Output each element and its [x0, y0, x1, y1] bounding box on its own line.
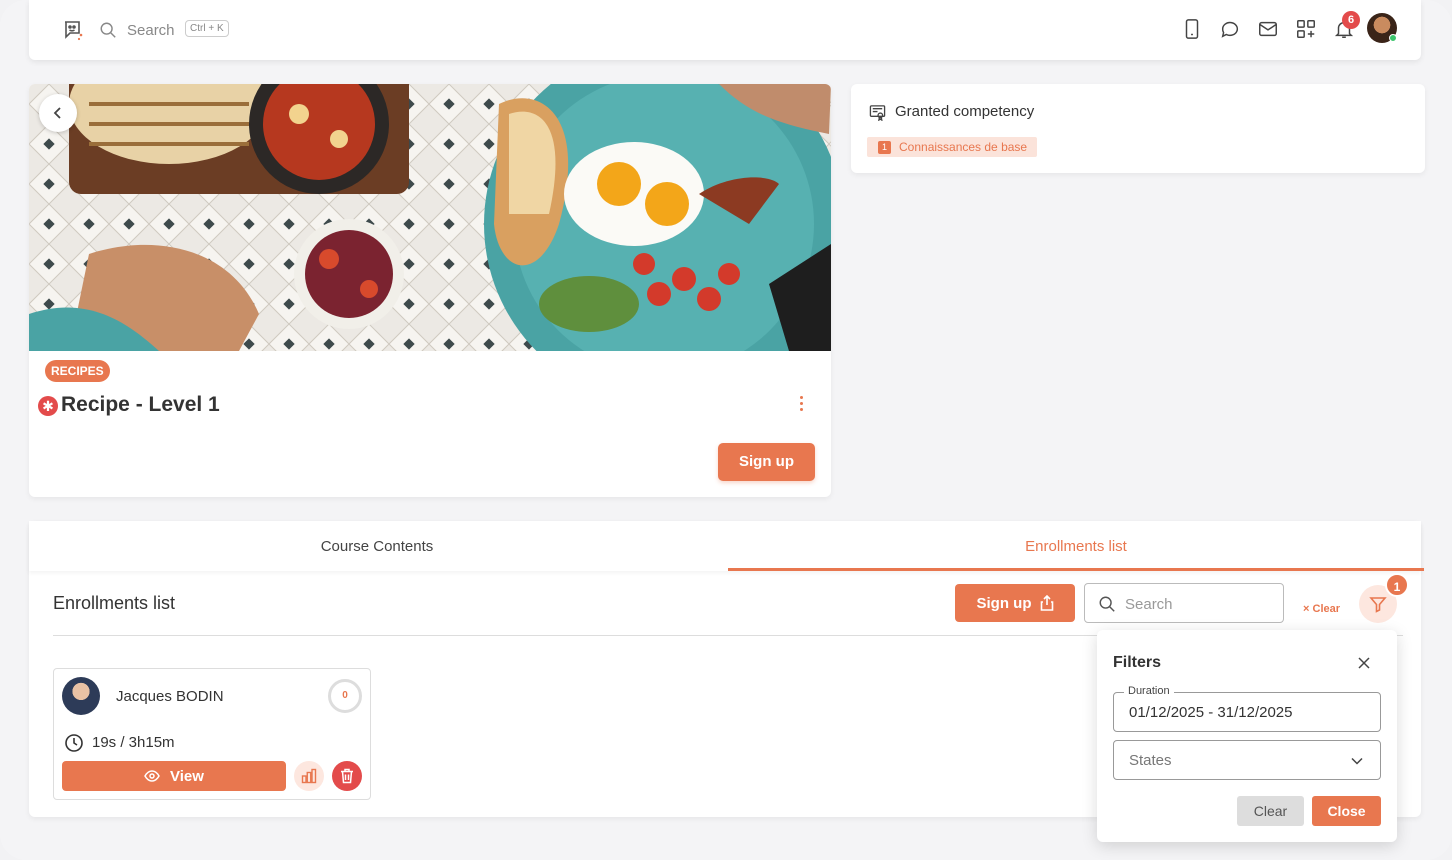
- back-button[interactable]: [39, 94, 77, 132]
- competency-title: Granted competency: [895, 103, 1035, 120]
- competency-tag[interactable]: 1 Connaissances de base: [867, 137, 1038, 157]
- enroll-signup-label: Sign up: [976, 594, 1032, 612]
- chevron-down-icon: [1351, 757, 1363, 765]
- global-search-input[interactable]: Search: [127, 22, 175, 39]
- clock-icon: [65, 734, 83, 752]
- chevron-left-icon: [53, 107, 61, 119]
- delete-button[interactable]: [332, 761, 362, 791]
- competency-card: Granted competency 1 Connaissances de ba…: [851, 84, 1425, 173]
- online-status-dot: [1389, 34, 1397, 42]
- chat-icon[interactable]: [1219, 18, 1241, 40]
- enrollment-card: Jacques BODIN 0 19s / 3h15m View: [53, 668, 371, 800]
- enrollments-search-placeholder: Search: [1125, 596, 1173, 613]
- stats-button[interactable]: [294, 761, 324, 791]
- course-cover-image: [29, 84, 831, 351]
- tabs-row: Course Contents Enrollments list: [29, 521, 1424, 571]
- close-icon: ×: [1303, 603, 1310, 615]
- states-placeholder: States: [1129, 752, 1172, 769]
- notification-badge: 6: [1342, 11, 1360, 29]
- time-spent: 19s / 3h15m: [92, 734, 175, 751]
- mobile-icon[interactable]: [1181, 18, 1203, 40]
- course-title: Recipe - Level 1: [61, 393, 220, 416]
- enrollments-search-input[interactable]: Search: [1084, 583, 1284, 623]
- enrollee-name: Jacques BODIN: [116, 688, 224, 705]
- filters-close-button[interactable]: Close: [1312, 796, 1381, 826]
- duration-field[interactable]: Duration 01/12/2025 - 31/12/2025: [1113, 685, 1381, 732]
- course-card: RECIPES ✱ Recipe - Level 1 Sign up: [29, 84, 831, 497]
- share-upload-icon: [1040, 595, 1053, 611]
- progress-ring: 0: [328, 679, 362, 713]
- category-badge: RECIPES: [45, 360, 110, 382]
- filters-title: Filters: [1113, 654, 1162, 671]
- states-select[interactable]: States: [1113, 740, 1381, 780]
- close-icon[interactable]: [1356, 655, 1372, 671]
- duration-label: Duration: [1124, 685, 1174, 697]
- mail-icon[interactable]: [1257, 18, 1279, 40]
- competency-tag-number: 1: [878, 140, 891, 154]
- duration-value: 01/12/2025 - 31/12/2025: [1129, 704, 1293, 721]
- trash-icon: [341, 768, 353, 784]
- bar-chart-icon: [301, 768, 317, 784]
- view-button[interactable]: View: [62, 761, 286, 791]
- clear-filters-label: Clear: [1312, 603, 1341, 615]
- enrollee-avatar: [62, 677, 100, 715]
- logo-icon[interactable]: [61, 18, 85, 42]
- app-frame: Search Ctrl + K 6 RECIPES ✱ Recipe - Lev…: [0, 0, 1452, 860]
- clear-filters-link[interactable]: × Clear: [1303, 603, 1340, 615]
- filters-clear-button[interactable]: Clear: [1237, 796, 1304, 826]
- more-options-icon[interactable]: [795, 394, 807, 416]
- filters-popover: Filters Duration 01/12/2025 - 31/12/2025…: [1097, 630, 1397, 842]
- course-signup-button[interactable]: Sign up: [718, 443, 815, 481]
- search-shortcut-hint: Ctrl + K: [185, 20, 229, 37]
- search-icon[interactable]: [99, 21, 117, 39]
- filter-count-badge: 1: [1385, 573, 1409, 597]
- search-icon: [1099, 596, 1115, 612]
- competency-tag-label: Connaissances de base: [899, 140, 1028, 154]
- eye-icon: [144, 770, 160, 782]
- tab-enrollments-list[interactable]: Enrollments list: [728, 521, 1424, 571]
- top-bar: Search Ctrl + K 6: [29, 0, 1421, 60]
- view-button-label: View: [170, 767, 204, 785]
- filter-icon: [1369, 597, 1387, 613]
- apps-icon[interactable]: [1295, 18, 1317, 40]
- enroll-signup-button[interactable]: Sign up: [955, 584, 1075, 622]
- certificate-icon: [869, 105, 886, 121]
- tab-course-contents[interactable]: Course Contents: [29, 521, 725, 571]
- enrollments-section-title: Enrollments list: [53, 593, 176, 613]
- asterisk-icon: ✱: [38, 396, 58, 416]
